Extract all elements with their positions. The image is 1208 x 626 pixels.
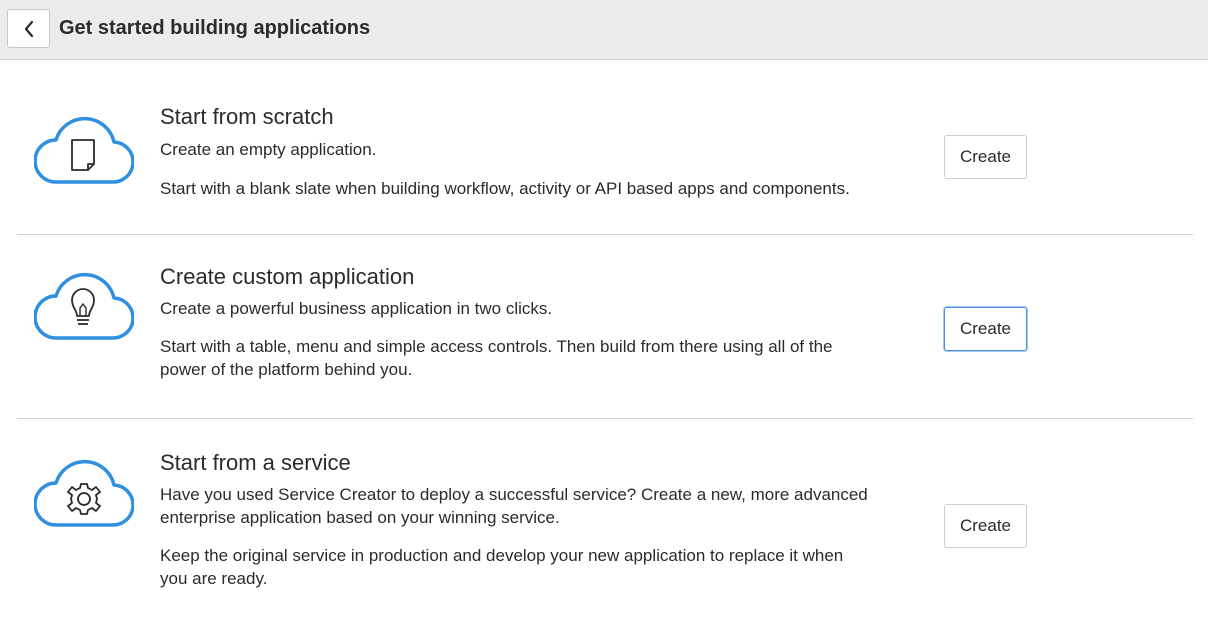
option-title: Create custom application	[160, 264, 415, 289]
cloud-gear-icon	[34, 459, 134, 527]
option-description-line-1: Keep the original service in production …	[160, 546, 844, 565]
cloud-lightbulb-icon	[34, 272, 134, 340]
option-description: Start with a blank slate when building w…	[160, 179, 850, 198]
divider	[17, 234, 1193, 235]
option-description-line-2: you are ready.	[160, 569, 268, 588]
create-button-scratch[interactable]: Create	[944, 135, 1027, 179]
option-title: Start from a service	[160, 450, 351, 475]
create-button-custom[interactable]: Create	[944, 307, 1027, 351]
option-subtitle: Create a powerful business application i…	[160, 299, 553, 318]
option-title: Start from scratch	[160, 104, 334, 129]
page-title: Get started building applications	[59, 17, 371, 39]
divider	[17, 418, 1193, 419]
page-header: Get started building applications	[0, 0, 1208, 60]
back-button[interactable]	[7, 9, 50, 48]
chevron-left-icon	[24, 20, 33, 37]
option-subtitle-line-1: Have you used Service Creator to deploy …	[160, 485, 868, 504]
option-subtitle: Create an empty application.	[160, 140, 377, 159]
option-description-line-2: power of the platform behind you.	[160, 360, 413, 379]
option-description-line-1: Start with a table, menu and simple acce…	[160, 337, 833, 356]
create-button-service[interactable]: Create	[944, 504, 1027, 548]
cloud-document-icon	[34, 116, 134, 184]
option-subtitle-line-2: enterprise application based on your win…	[160, 508, 560, 527]
